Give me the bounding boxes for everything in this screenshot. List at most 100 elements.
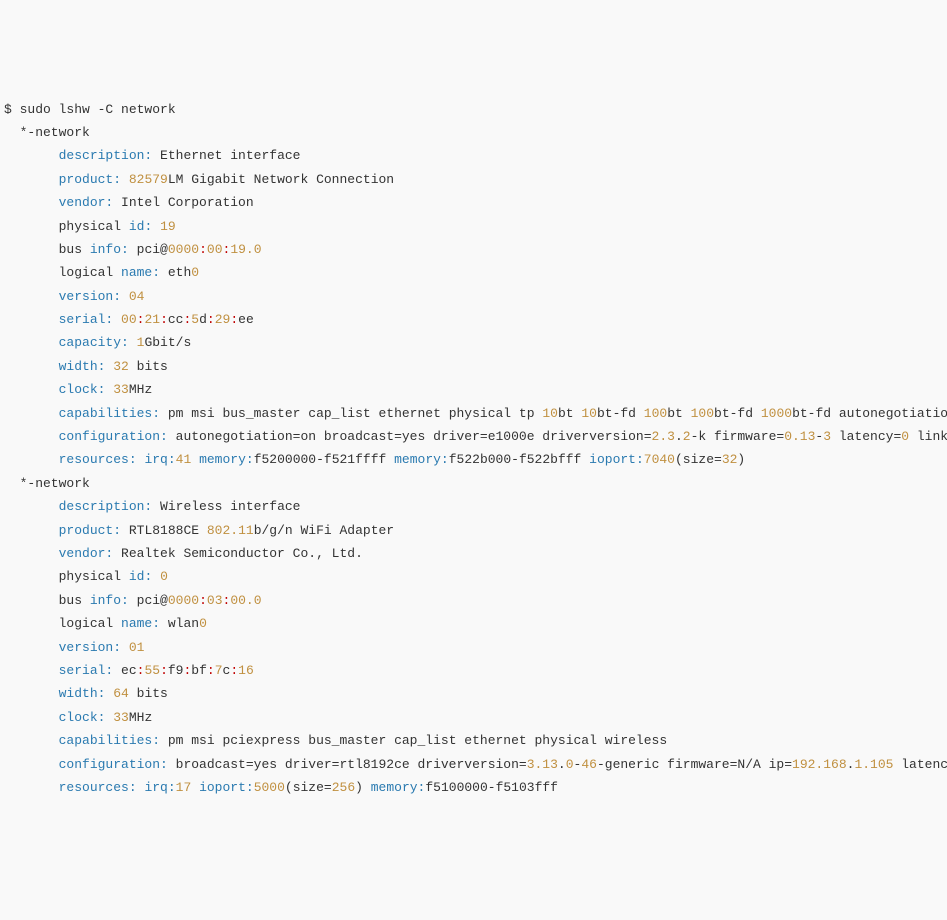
text: f5100000-f5103fff bbox=[425, 780, 558, 795]
text: irq: bbox=[144, 452, 175, 467]
colon: : bbox=[230, 663, 238, 678]
num: 7040 bbox=[644, 452, 675, 467]
field-label: physical bbox=[59, 219, 121, 234]
num: 21 bbox=[144, 312, 160, 327]
field-label: logical bbox=[59, 265, 114, 280]
field-label: clock: bbox=[59, 710, 106, 725]
text: f9 bbox=[168, 663, 184, 678]
text: MHz bbox=[129, 710, 152, 725]
field-label: clock: bbox=[59, 382, 106, 397]
text: f522b000-f522bfff bbox=[449, 452, 582, 467]
text: latency bbox=[893, 757, 947, 772]
field-label: capabilities: bbox=[59, 406, 160, 421]
num: 1000 bbox=[761, 406, 792, 421]
field-label: id: bbox=[129, 569, 152, 584]
command-line: $ sudo lshw -C network bbox=[4, 102, 176, 117]
num: 19.0 bbox=[230, 242, 261, 257]
field-label: physical bbox=[59, 569, 121, 584]
num: 0 bbox=[566, 757, 574, 772]
text: bf bbox=[191, 663, 207, 678]
device-header: *-network bbox=[4, 125, 90, 140]
text: pci@ bbox=[137, 242, 168, 257]
field-value: Intel Corporation bbox=[121, 195, 254, 210]
text: memory: bbox=[363, 780, 425, 795]
text: . bbox=[847, 757, 855, 772]
num: 64 bbox=[113, 686, 129, 701]
field-label: logical bbox=[59, 616, 114, 631]
field-label: bus bbox=[59, 242, 82, 257]
text: wlan bbox=[168, 616, 199, 631]
text: RTL8188CE bbox=[129, 523, 199, 538]
num: 29 bbox=[215, 312, 231, 327]
text: pm msi bus_master cap_list ethernet phys… bbox=[168, 406, 535, 421]
text: bt-fd bbox=[597, 406, 636, 421]
text: (size= bbox=[285, 780, 332, 795]
field-label: serial: bbox=[59, 663, 114, 678]
text: bt-fd bbox=[714, 406, 753, 421]
colon: : bbox=[230, 312, 238, 327]
num: 46 bbox=[581, 757, 597, 772]
text: bits bbox=[137, 686, 168, 701]
text: . bbox=[675, 429, 683, 444]
num: 32 bbox=[113, 359, 129, 374]
num: 0 bbox=[199, 616, 207, 631]
num: 256 bbox=[332, 780, 355, 795]
field-value: Ethernet interface bbox=[160, 148, 300, 163]
num: 0 bbox=[160, 569, 168, 584]
field-label: product: bbox=[59, 523, 121, 538]
text: Gbit/s bbox=[144, 335, 191, 350]
text: (size= bbox=[675, 452, 722, 467]
text: autonegotiation=on broadcast=yes driver=… bbox=[176, 429, 652, 444]
text: LM Gigabit Network Connection bbox=[168, 172, 394, 187]
field-label: description: bbox=[59, 499, 153, 514]
field-label: info: bbox=[90, 242, 129, 257]
num: 33 bbox=[113, 710, 129, 725]
colon: : bbox=[183, 663, 191, 678]
num: 04 bbox=[129, 289, 145, 304]
num: 3 bbox=[823, 429, 831, 444]
field-label: product: bbox=[59, 172, 121, 187]
num: 01 bbox=[129, 640, 145, 655]
field-label: configuration: bbox=[59, 757, 168, 772]
num: 100 bbox=[644, 406, 667, 421]
text: - bbox=[574, 757, 582, 772]
field-label: capacity: bbox=[59, 335, 129, 350]
text: ec bbox=[121, 663, 137, 678]
num: 10 bbox=[542, 406, 558, 421]
num: 0000 bbox=[168, 242, 199, 257]
num: 5 bbox=[191, 312, 199, 327]
colon: : bbox=[207, 312, 215, 327]
num: 100 bbox=[691, 406, 714, 421]
text: pm msi pciexpress bus_master cap_list et… bbox=[168, 733, 667, 748]
field-value: Realtek Semiconductor Co., Ltd. bbox=[121, 546, 363, 561]
text: MHz bbox=[129, 382, 152, 397]
field-value: Wireless interface bbox=[160, 499, 300, 514]
text: broadcast=yes driver=rtl8192ce driverver… bbox=[176, 757, 527, 772]
num: 5000 bbox=[254, 780, 285, 795]
field-label: id: bbox=[129, 219, 152, 234]
field-label: width: bbox=[59, 686, 106, 701]
colon: : bbox=[199, 242, 207, 257]
text: eth bbox=[168, 265, 191, 280]
num: 2.3 bbox=[652, 429, 675, 444]
field-label: vendor: bbox=[59, 546, 114, 561]
colon: : bbox=[137, 663, 145, 678]
num: 55 bbox=[144, 663, 160, 678]
num: 0.13 bbox=[784, 429, 815, 444]
text: bits bbox=[137, 359, 168, 374]
text: memory: bbox=[386, 452, 448, 467]
text: bt-fd autonegotiation bbox=[792, 406, 947, 421]
num: 19 bbox=[160, 219, 176, 234]
num: 41 bbox=[176, 452, 192, 467]
field-label: capabilities: bbox=[59, 733, 160, 748]
num: 10 bbox=[581, 406, 597, 421]
text: link= bbox=[909, 429, 947, 444]
text: cc bbox=[168, 312, 184, 327]
text: irq: bbox=[144, 780, 175, 795]
num: 802.11 bbox=[207, 523, 254, 538]
text: pci@ bbox=[137, 593, 168, 608]
colon: : bbox=[207, 663, 215, 678]
num: 00.0 bbox=[230, 593, 261, 608]
field-label: bus bbox=[59, 593, 82, 608]
num: 3.13 bbox=[527, 757, 558, 772]
